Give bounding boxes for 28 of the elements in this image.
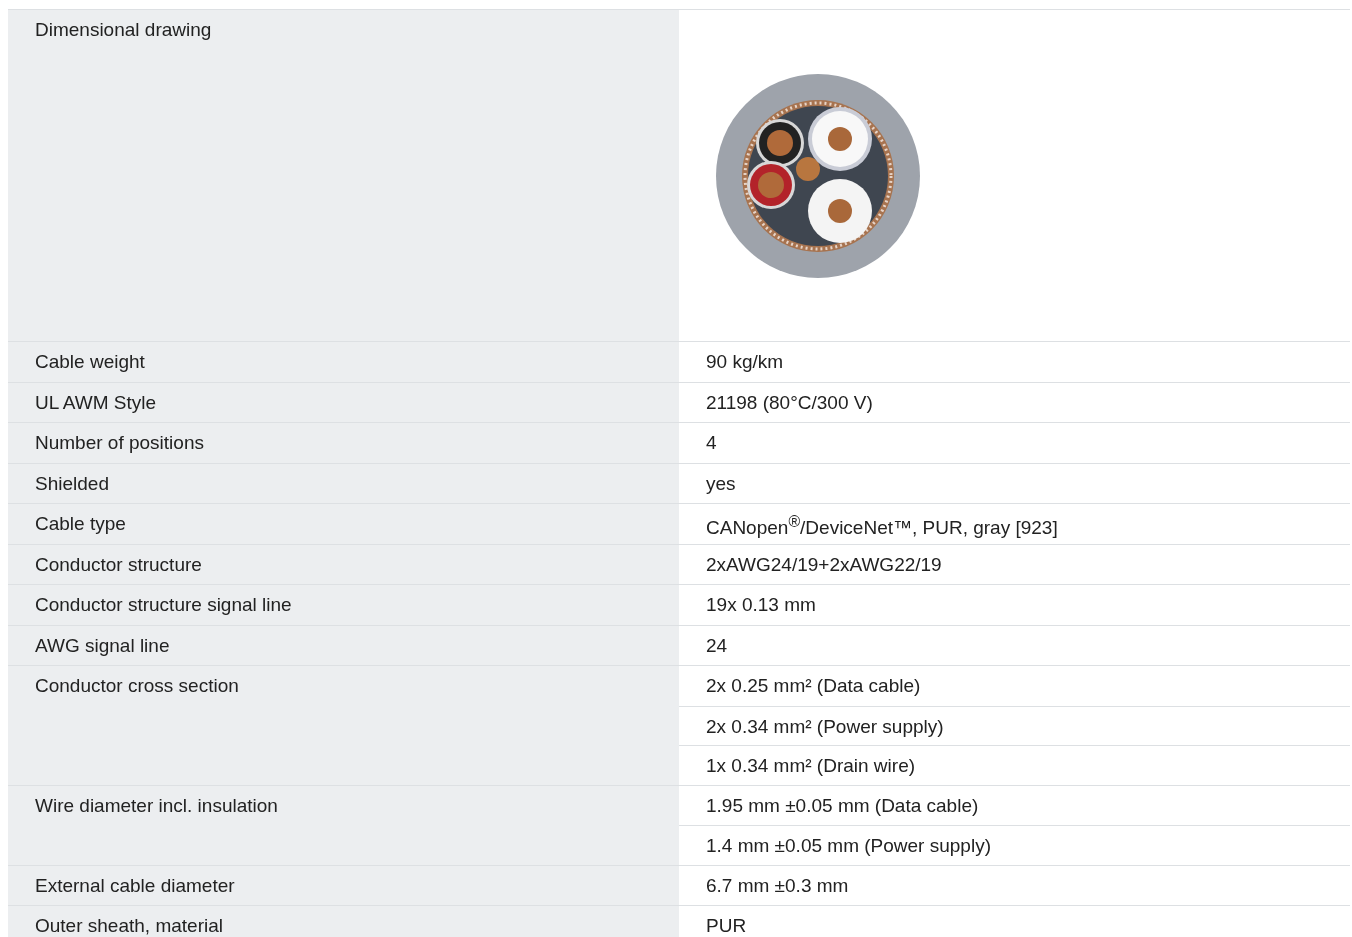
spec-value: 1.95 mm ±0.05 mm (Data cable) [706,794,979,816]
spec-label: External cable diameter [8,865,679,905]
spec-value: CANopen$^{®}$/DeviceNet™, PUR, gray [923] [706,517,1058,539]
spec-label: Cable type [8,504,679,544]
spec-label: Shielded [8,463,679,503]
spec-label: Outer sheath, material [8,906,679,937]
spec-label: Number of positions [8,423,679,463]
spec-label: Cable weight [8,342,679,382]
spec-label: UL AWM Style [8,382,679,422]
spec-label: Wire diameter incl. insulation [8,785,679,865]
spec-value: 19x 0.13 mm [706,594,816,615]
spec-value: 2xAWG24/19+2xAWG22/19 [706,553,942,575]
spec-label: AWG signal line [8,625,679,665]
spec-label: Conductor cross section [8,666,679,785]
spec-value: 90 kg/km [706,351,784,372]
spec-value: yes [706,472,736,494]
spec-value: 2x 0.34 mm² (Power supply) [706,715,944,737]
spec-value: 6.7 mm ±0.3 mm [706,874,849,896]
spec-value: PUR [706,915,747,936]
spec-value: 24 [706,634,728,656]
spec-label: Conductor structure signal line [8,585,679,625]
spec-value: 2x 0.25 mm² (Data cable) [706,675,921,696]
spec-value: 21198 (80°C/300 V) [706,391,873,413]
spec-label: Conductor structure [8,544,679,584]
spec-value: 4 [706,432,717,453]
spec-value: 1x 0.34 mm² (Drain wire) [706,755,916,776]
spec-value: 1.4 mm ±0.05 mm (Power supply) [706,835,991,856]
spec-label: Dimensional drawing [8,10,679,341]
